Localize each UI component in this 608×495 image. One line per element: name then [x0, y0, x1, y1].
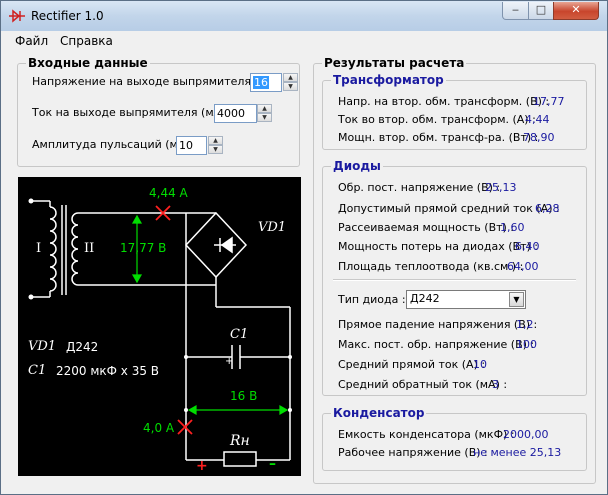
- winding-one-label: I: [36, 241, 42, 256]
- results-group: Результаты расчета Трансформатор Напр. н…: [313, 56, 596, 484]
- spin-up-icon[interactable]: ▲: [208, 136, 223, 145]
- result-label: Мощн. втор. обм. трансф-ра. (Вт) :: [338, 131, 539, 144]
- cap-plus-sign: +: [225, 356, 234, 367]
- current-input[interactable]: 4000: [214, 104, 257, 123]
- current-label: Ток на выходе выпрямителя (мА) :: [32, 106, 233, 119]
- param-label: Средний прямой ток (А) :: [338, 358, 486, 371]
- result-value: 4,44: [525, 113, 550, 126]
- result-value: 64,00: [507, 260, 539, 273]
- result-value: 78,90: [523, 131, 555, 144]
- diode-type-label: Тип диода :: [338, 293, 406, 306]
- results-group-title: Результаты расчета: [322, 56, 467, 70]
- diode-type-value: Д242: [410, 292, 440, 305]
- param-value: 100: [516, 338, 537, 351]
- plus-terminal-label: +: [196, 458, 208, 474]
- input-group-title: Входные данные: [26, 56, 150, 70]
- result-value: 2000,00: [503, 428, 549, 441]
- result-label: Ток во втор. обм. трансформ. (А) :: [338, 113, 536, 126]
- result-value: 25,13: [485, 181, 517, 194]
- result-label: Напр. на втор. обм. трансформ. (В) :: [338, 95, 550, 108]
- minus-terminal-label: –: [269, 456, 276, 472]
- c1-legend-ref: C1: [28, 363, 47, 378]
- result-label: Емкость конденсатора (мкФ) :: [338, 428, 515, 441]
- load-ref-label: Rн: [230, 433, 250, 449]
- menu-bar: Файл Справка: [1, 31, 607, 51]
- param-value: 3: [492, 378, 499, 391]
- capacitor-group: Конденсатор Емкость конденсатора (мкФ) :…: [322, 406, 587, 471]
- result-value: 1,60: [500, 221, 525, 234]
- param-label: Средний обратный ток (мА) :: [338, 378, 508, 391]
- diode-app-icon: [9, 9, 25, 23]
- top-current-label: 4,44 A: [149, 186, 188, 200]
- diodes-separator: [333, 279, 576, 281]
- capacitor-title: Конденсатор: [331, 406, 427, 420]
- maximize-button[interactable]: □: [528, 2, 554, 20]
- spin-down-icon[interactable]: ▼: [283, 82, 298, 91]
- result-label: Допустимый прямой средний ток (А) :: [338, 202, 560, 215]
- result-label: Площадь теплоотвода (кв.см.) :: [338, 260, 524, 273]
- spin-up-icon[interactable]: ▲: [257, 104, 272, 113]
- spin-down-icon[interactable]: ▼: [208, 145, 223, 154]
- output-current-label: 4,0 A: [143, 421, 175, 435]
- voltage-label: Напряжение на выходе выпрямителя (В) :: [32, 75, 278, 88]
- spin-down-icon[interactable]: ▼: [257, 113, 272, 122]
- output-voltage-label: 16 В: [230, 389, 258, 403]
- voltage-input[interactable]: 16: [250, 73, 282, 92]
- result-label: Рабочее напряжение (В) :: [338, 446, 488, 459]
- minimize-button[interactable]: ‒: [502, 2, 529, 20]
- winding-two-label: II: [84, 241, 95, 256]
- ripple-spinner[interactable]: ▲ ▼: [208, 136, 223, 155]
- param-label: Прямое падение напряжения (В) :: [338, 318, 538, 331]
- input-group: Входные данные Напряжение на выходе выпр…: [17, 56, 300, 167]
- transformer-title: Трансформатор: [331, 73, 446, 87]
- vd1-ref-label: VD1: [258, 220, 287, 235]
- app-window: Rectifier 1.0 ‒ □ ✕ Файл Справка Входные…: [0, 0, 608, 495]
- window-title: Rectifier 1.0: [31, 9, 104, 23]
- c1-ref-label: C1: [230, 327, 249, 342]
- result-value: 6,28: [535, 202, 560, 215]
- c1-legend-value: 2200 мкФ х 35 В: [56, 364, 160, 378]
- vd1-legend-value: Д242: [66, 340, 99, 354]
- transformer-group: Трансформатор Напр. на втор. обм. трансф…: [322, 73, 587, 150]
- menu-help[interactable]: Справка: [60, 34, 113, 48]
- circuit-diagram: 4,44 A 17,77 В I II VD1 C1 VD1 Д242 C1 2…: [18, 177, 301, 476]
- result-label: Рассеиваемая мощность (Вт) :: [338, 221, 515, 234]
- result-value: не менее 25,13: [473, 446, 562, 459]
- result-value: 6,40: [515, 240, 540, 253]
- param-label: Макс. пост. обр. напряжение (В) :: [338, 338, 535, 351]
- voltage-value: 16: [253, 76, 269, 89]
- diodes-group: Диоды Обр. пост. напряжение (В) : 25,13 …: [322, 159, 587, 396]
- close-button[interactable]: ✕: [553, 2, 599, 20]
- title-bar[interactable]: Rectifier 1.0 ‒ □ ✕: [1, 1, 607, 31]
- menu-file[interactable]: Файл: [15, 34, 48, 48]
- param-value: 1,2: [516, 318, 534, 331]
- voltage-spinner[interactable]: ▲ ▼: [283, 73, 298, 92]
- chevron-down-icon[interactable]: ▼: [509, 292, 524, 307]
- diode-type-select[interactable]: Д242 ▼: [406, 290, 526, 309]
- ripple-input[interactable]: 10: [176, 136, 207, 155]
- current-spinner[interactable]: ▲ ▼: [257, 104, 272, 123]
- vd1-legend-ref: VD1: [28, 339, 57, 354]
- diodes-title: Диоды: [331, 159, 383, 173]
- ripple-label: Амплитуда пульсаций (мВ) :: [32, 138, 197, 151]
- spin-up-icon[interactable]: ▲: [283, 73, 298, 82]
- result-label: Обр. пост. напряжение (В) :: [338, 181, 501, 194]
- result-label: Мощность потерь на диодах (Вт) :: [338, 240, 539, 253]
- result-value: 17,77: [533, 95, 565, 108]
- secondary-voltage-label: 17,77 В: [120, 241, 167, 255]
- param-value: 10: [473, 358, 487, 371]
